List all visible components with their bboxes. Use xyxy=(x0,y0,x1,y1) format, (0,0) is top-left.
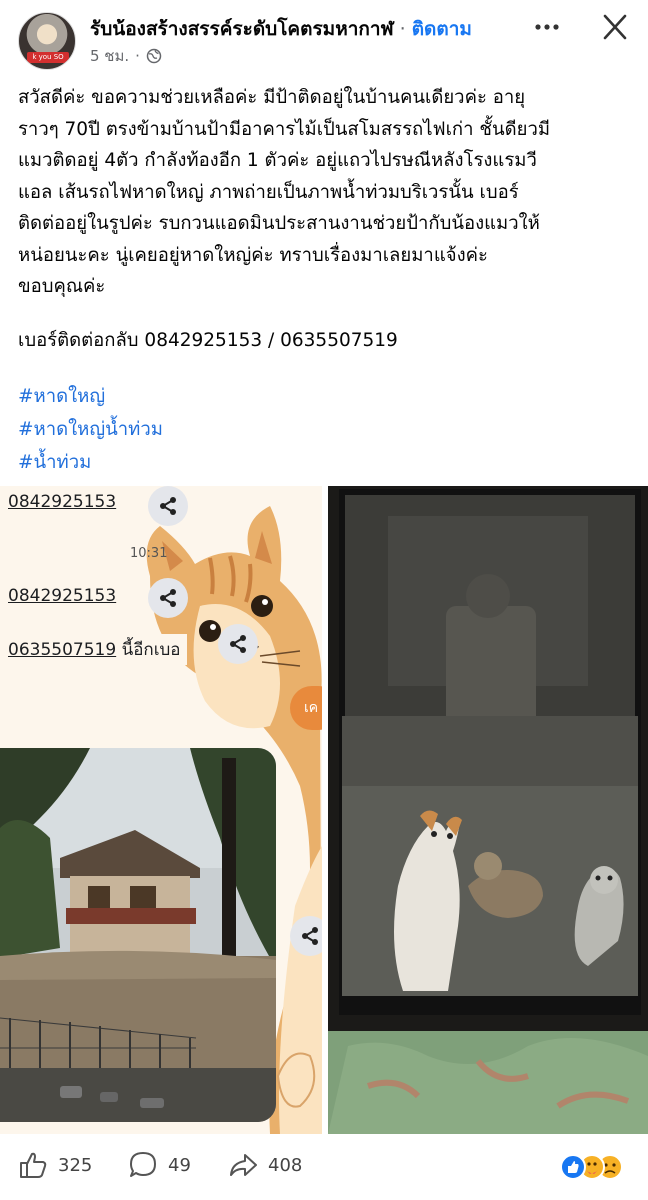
meta-dot: · xyxy=(135,47,140,65)
name-separator: · xyxy=(393,18,412,40)
phone-number-1: 0842925153 xyxy=(2,490,123,514)
share-icon[interactable] xyxy=(218,624,258,664)
hashtag-link[interactable]: #หาดใหญ่น้ำท่วม xyxy=(18,413,163,446)
close-icon[interactable] xyxy=(598,12,632,42)
page-name-line: รับน้องสร้างสรรค์ระดับโคตรมหากาฬ · ติดตา… xyxy=(90,14,472,44)
like-count: 325 xyxy=(58,1154,93,1176)
post-image-right[interactable] xyxy=(328,486,648,1134)
post-line: แอล เส้นรถไฟหาดใหญ่ ภาพถ่ายเป็นภาพน้ำท่ว… xyxy=(18,181,519,203)
comment-count: 49 xyxy=(168,1154,191,1176)
forward-icon xyxy=(230,1154,257,1176)
post-body: สวัสดีค่ะ ขอความช่วยเหลือค่ะ มีป้าติดอยู… xyxy=(18,82,634,303)
share-icon[interactable] xyxy=(148,578,188,618)
hashtag-link[interactable]: #หาดใหญ่ xyxy=(18,380,163,413)
more-icon[interactable] xyxy=(532,14,562,40)
phone-number-3: 0635507519 xyxy=(8,640,117,660)
phone-number-2: 0842925153 xyxy=(2,584,123,608)
follow-button[interactable]: ติดตาม xyxy=(412,18,472,40)
share-count: 408 xyxy=(268,1154,303,1176)
post-actions: 325 49 408 xyxy=(0,1140,648,1200)
flood-house-photo xyxy=(0,748,276,1122)
contact-line: เบอร์ติดต่อกลับ 0842925153 / 0635507519 xyxy=(18,330,398,351)
post-line: ราวๆ 70ปี ตรงข้ามบ้านป้ามีอาคารไม้เป็นสโ… xyxy=(18,118,551,140)
post-line: หน่อยนะคะ นู่เคยอยู่หาดใหญ่ค่ะ ทราบเรื่อ… xyxy=(18,244,488,266)
share-icon[interactable] xyxy=(290,916,322,956)
post-line: ติดต่ออยู่ในรูปค่ะ รบกวนแอดมินประสานงานช… xyxy=(18,213,540,234)
cats-behind-glass-photo xyxy=(328,486,648,1134)
reaction-summary[interactable] xyxy=(560,1152,636,1182)
chat-time: 10:31 xyxy=(130,546,168,561)
page-avatar[interactable]: k you SO xyxy=(18,12,76,70)
like-button[interactable]: 325 xyxy=(18,1150,92,1180)
hashtag-link[interactable]: #น้ำท่วม xyxy=(18,446,163,479)
post-image-left[interactable]: 0842925153 10:31 0842925153 0635507519 น… xyxy=(0,486,322,1134)
post-time[interactable]: 5 ชม. xyxy=(90,44,129,68)
share-icon[interactable] xyxy=(148,486,188,526)
comment-button[interactable]: 49 xyxy=(128,1150,191,1180)
phone-number-3-suffix: นี้อีกเบอ xyxy=(116,640,181,660)
post-header: k you SO รับน้องสร้างสรรค์ระดับโคตรมหากา… xyxy=(0,0,648,70)
like-icon xyxy=(20,1152,47,1178)
phone-number-3-line: 0635507519 นี้อีกเบอ xyxy=(2,634,187,665)
post-meta: 5 ชม. · xyxy=(90,44,162,68)
avatar-tag: k you SO xyxy=(27,52,69,63)
post-line: ขอบคุณค่ะ xyxy=(18,276,106,297)
hashtag-list: #หาดใหญ่ #หาดใหญ่น้ำท่วม #น้ำท่วม xyxy=(18,380,163,479)
share-button[interactable]: 408 xyxy=(228,1150,302,1180)
page-name-link[interactable]: รับน้องสร้างสรรค์ระดับโคตรมหากาฬ xyxy=(90,18,394,40)
globe-icon xyxy=(146,48,162,64)
comment-icon xyxy=(130,1152,156,1177)
post-line: สวัสดีค่ะ ขอความช่วยเหลือค่ะ มีป้าติดอยู… xyxy=(18,87,526,108)
post-line: แมวติดอยู่ 4ตัว กำลังท้องอีก 1 ตัวค่ะ อย… xyxy=(18,150,537,171)
